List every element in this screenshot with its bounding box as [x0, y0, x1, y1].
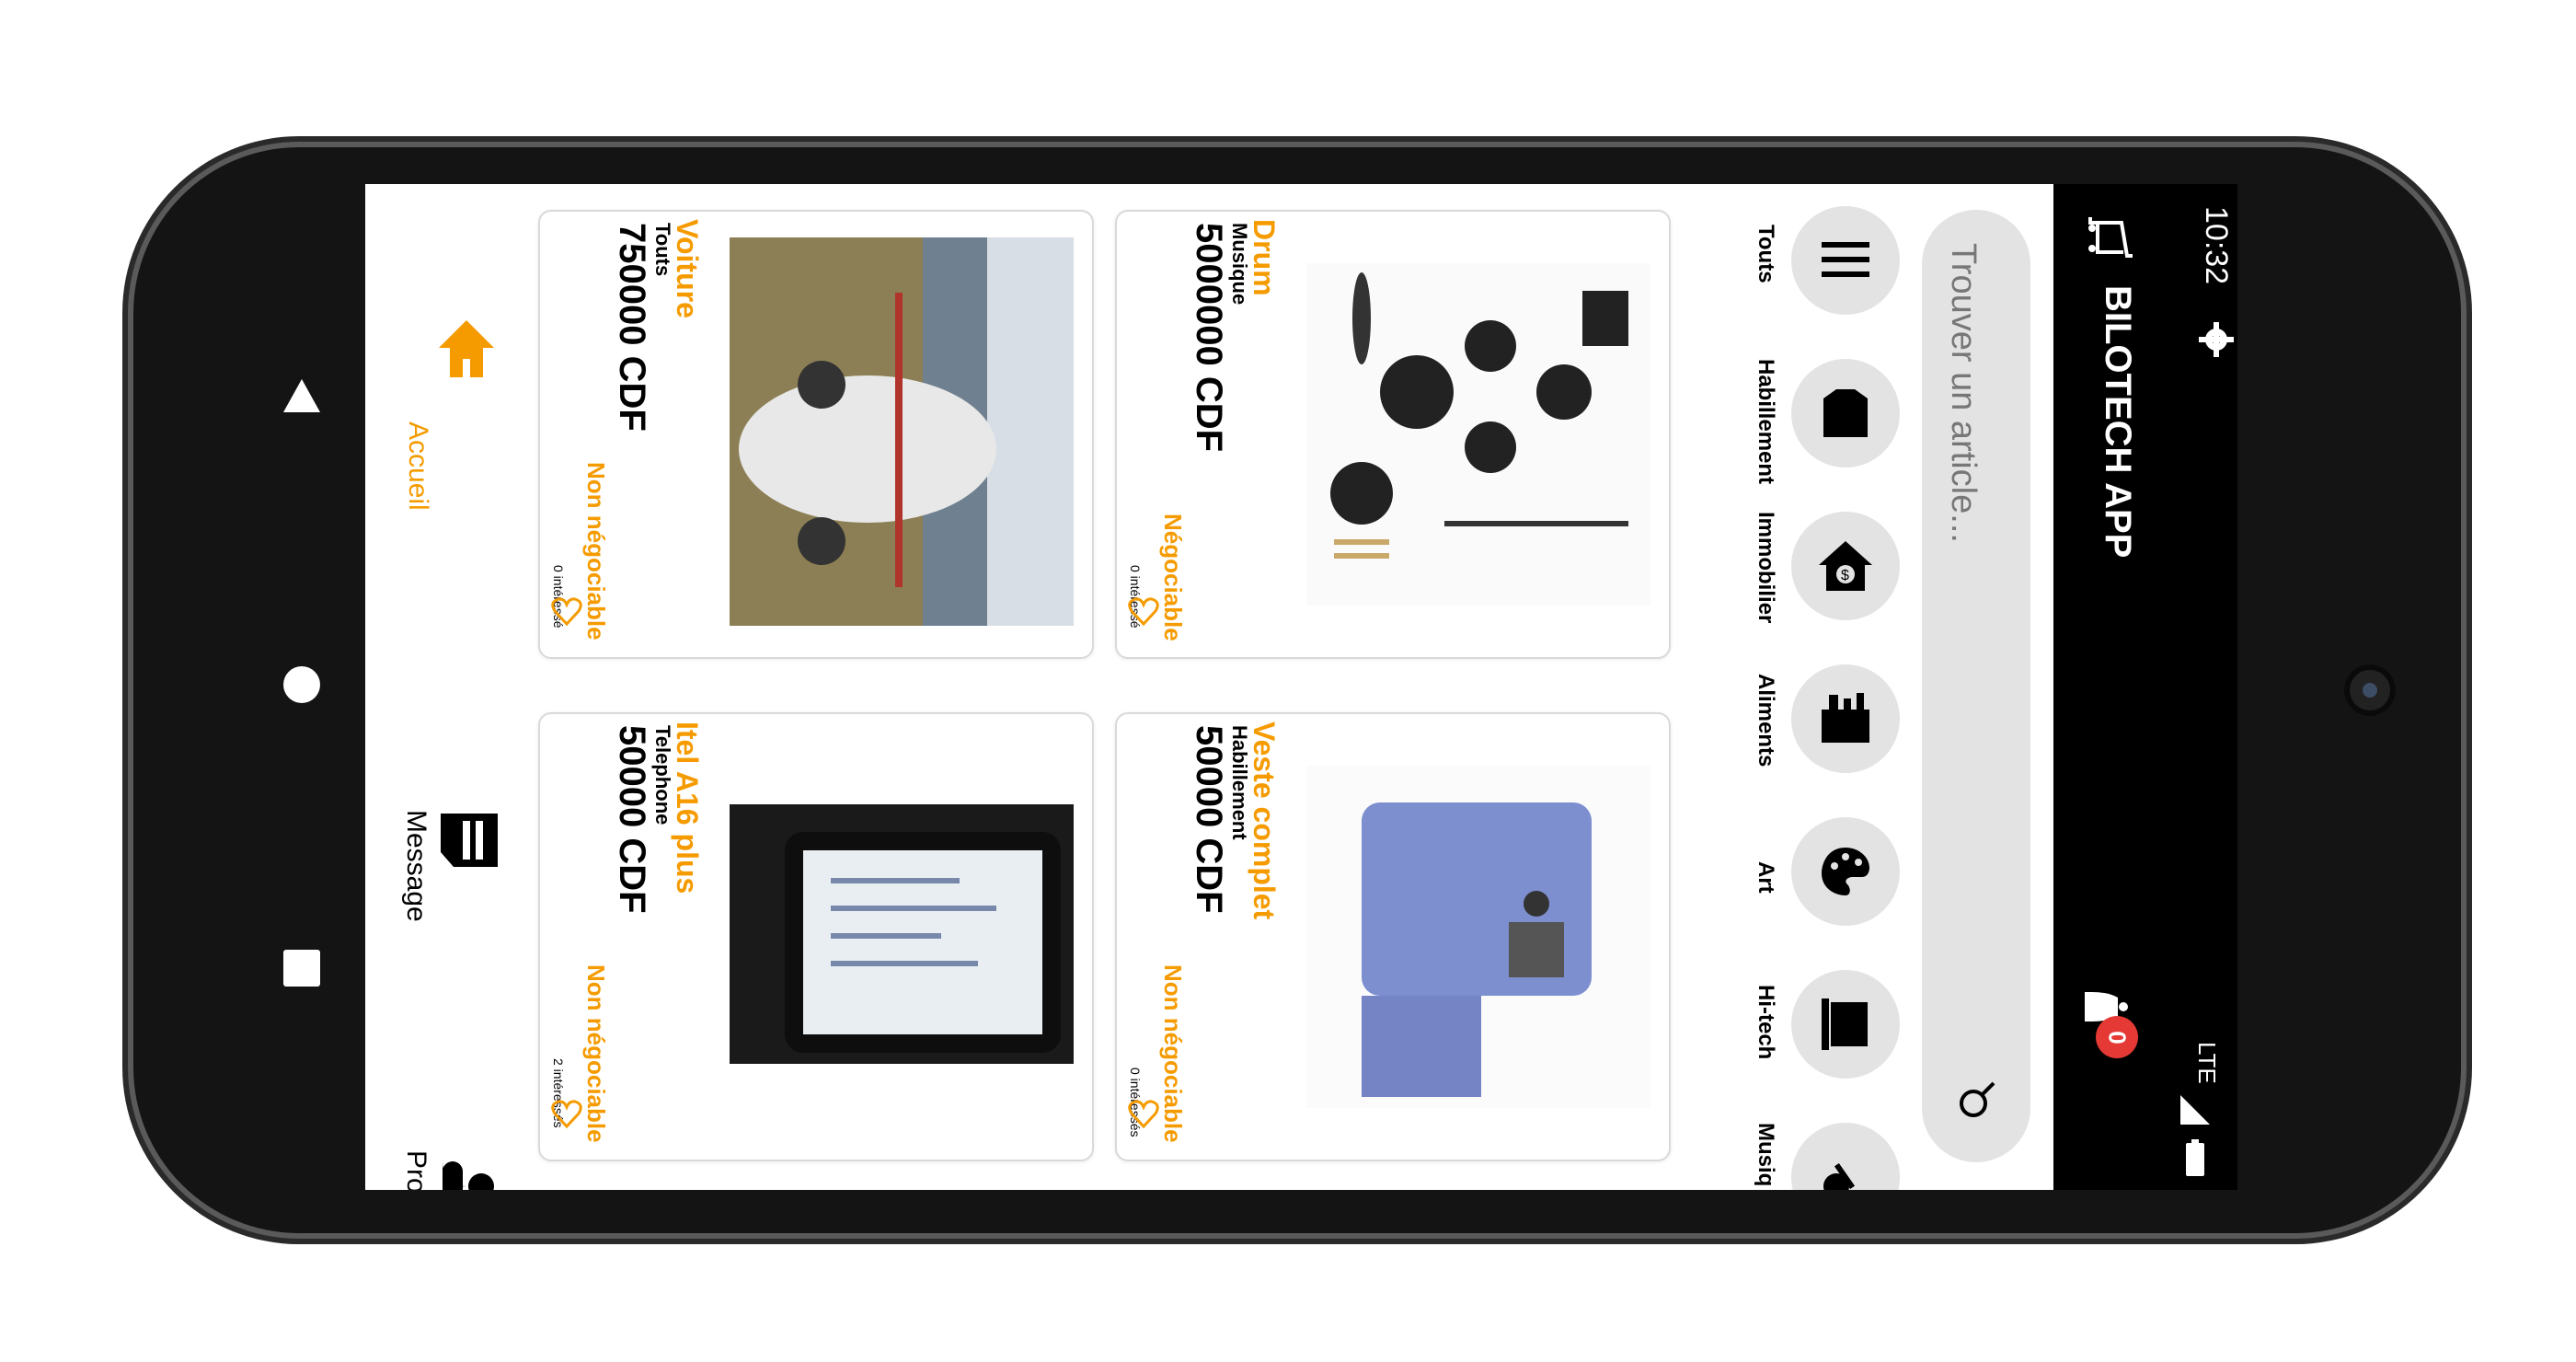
product-category-voiture: Touts [651, 223, 674, 277]
home-icon [439, 320, 494, 377]
notification-count: 0 [2103, 1030, 2132, 1045]
product-price-veste: 50000 CDF [1189, 725, 1229, 914]
product-image-itel [730, 804, 1074, 1064]
category-musique[interactable]: Musiq [1690, 1123, 1911, 1190]
app-screen: Accueil Message Profile Voiture Touts 75… [365, 184, 2053, 1190]
product-price-drum: 5000000 CDF [1189, 223, 1229, 453]
notification-badge: 0 [2096, 1016, 2138, 1058]
category-touts[interactable]: Touts [1690, 206, 1911, 344]
product-card-voiture[interactable]: Voiture Touts 750000 CDF Non négociable … [538, 210, 1094, 659]
product-card-drum[interactable]: Drum Musique 5000000 CDF Négociable 0 in… [1115, 210, 1671, 659]
product-title-voiture: Voiture [671, 219, 704, 318]
status-time: 10:32 [2199, 206, 2234, 285]
product-image-voiture [730, 237, 1074, 626]
category-art[interactable]: Art [1690, 817, 1911, 955]
product-title-veste: Veste complet [1248, 721, 1281, 920]
product-negotiation-drum: Négociable [1159, 514, 1187, 641]
palette-icon [1791, 817, 1900, 926]
bottom-navigation: Accueil Message Profile [365, 184, 512, 1190]
nav-profile[interactable]: Profile [374, 985, 512, 1190]
back-button[interactable] [282, 377, 322, 414]
profile-icon [443, 1161, 494, 1190]
product-image-drum [1306, 263, 1650, 606]
product-card-itel[interactable]: Itel A16 plus Telephone 50000 CDF Non né… [538, 712, 1094, 1161]
category-label: Hi-tech [1754, 985, 1778, 1060]
category-label: Habillement [1754, 359, 1778, 485]
house-money-icon: $ [1791, 512, 1900, 620]
category-label: Art [1754, 861, 1778, 894]
network-label: LTE [2193, 1042, 2221, 1084]
laptop-icon [1791, 970, 1900, 1079]
product-negotiation-veste: Non négociable [1159, 964, 1187, 1143]
product-category-itel: Telephone [651, 725, 674, 825]
nav-message-label: Message [401, 810, 431, 922]
settings-icon[interactable] [2199, 322, 2234, 357]
category-list: Touts Habillement $ Immobilier Aliments [1690, 184, 1911, 1190]
nav-profile-label: Profile [401, 1150, 431, 1190]
app-bar: BILOTECH APP 10:32 0 LTE [2053, 184, 2237, 1190]
home-button[interactable] [282, 664, 322, 705]
heart-icon[interactable] [551, 1099, 582, 1130]
product-price-voiture: 750000 CDF [612, 223, 652, 432]
product-category-drum: Musique [1228, 223, 1251, 306]
signal-icon [2180, 1095, 2210, 1125]
category-label: Touts [1754, 225, 1778, 283]
nav-home[interactable]: Accueil [374, 313, 512, 511]
product-image-veste [1306, 766, 1650, 1108]
guitar-icon [1791, 1123, 1900, 1190]
product-title-drum: Drum [1248, 219, 1281, 296]
product-category-veste: Habillement [1228, 725, 1251, 840]
nav-message[interactable]: Message [374, 617, 512, 922]
message-icon [441, 814, 498, 867]
product-title-itel: Itel A16 plus [671, 721, 704, 895]
shirt-icon [1791, 359, 1900, 467]
category-label: Immobilier [1754, 512, 1778, 624]
groceries-icon [1791, 664, 1900, 773]
product-price-itel: 50000 CDF [612, 725, 652, 914]
category-habillement[interactable]: Habillement [1690, 359, 1911, 497]
category-aliments[interactable]: Aliments [1690, 664, 1911, 802]
front-camera [2344, 664, 2396, 716]
list-icon [1791, 206, 1900, 315]
category-immobilier[interactable]: $ Immobilier [1690, 512, 1911, 650]
battery-icon [2186, 1139, 2204, 1176]
heart-icon[interactable] [551, 596, 582, 628]
svg-text:$: $ [1841, 568, 1849, 583]
search-icon[interactable] [1957, 1079, 1997, 1120]
app-title: BILOTECH APP [2098, 285, 2138, 559]
heart-icon[interactable] [1128, 1099, 1159, 1130]
cart-icon [2088, 217, 2133, 258]
search-input[interactable]: Trouver un article... [1943, 243, 1983, 543]
search-bar[interactable]: Trouver un article... [1922, 210, 2030, 1162]
category-hitech[interactable]: Hi-tech [1690, 970, 1911, 1108]
recents-button[interactable] [283, 950, 320, 987]
nav-home-label: Accueil [403, 421, 433, 511]
category-label: Aliments [1754, 674, 1778, 768]
heart-icon[interactable] [1128, 596, 1159, 628]
category-label: Musiq [1754, 1123, 1778, 1187]
product-negotiation-voiture: Non négociable [582, 462, 610, 641]
product-negotiation-itel: Non négociable [582, 964, 610, 1143]
product-card-veste[interactable]: Veste complet Habillement 50000 CDF Non … [1115, 712, 1671, 1161]
